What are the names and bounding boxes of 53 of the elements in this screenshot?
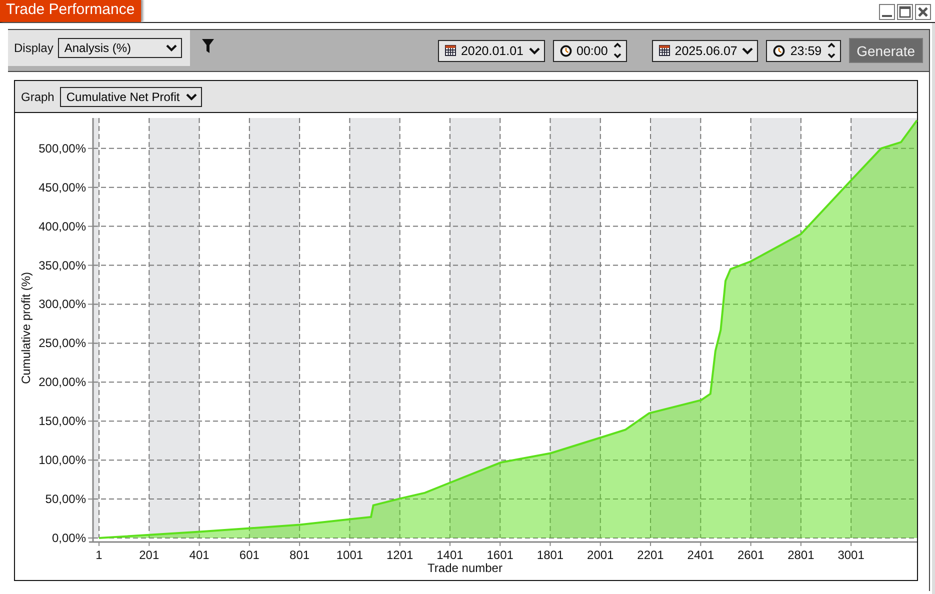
display-select[interactable]: Analysis (%) [58, 38, 182, 58]
display-label: Display [14, 41, 54, 55]
y-tick-label: 0,00% [52, 531, 86, 545]
x-tick-label: 3001 [838, 548, 864, 562]
calendar-icon [444, 45, 456, 56]
clock-icon [773, 44, 786, 56]
graph-select[interactable]: Cumulative Net Profit [60, 86, 202, 106]
y-tick-label: 250,00% [38, 336, 86, 350]
x-tick-label: 1401 [436, 548, 464, 562]
y-tick-label: 450,00% [38, 180, 86, 194]
y-axis-title: Cumulative profit (%) [19, 272, 33, 384]
spinner-arrows-icon[interactable] [826, 42, 836, 59]
x-tick-label: 1001 [336, 548, 364, 562]
x-tick-label: 2401 [687, 548, 714, 562]
close-icon[interactable] [915, 4, 931, 20]
maximize-icon[interactable] [897, 4, 913, 20]
graph-label: Graph [21, 90, 54, 104]
y-tick-label: 300,00% [38, 297, 86, 312]
y-tick-label: 500,00% [38, 141, 86, 156]
dropdown-caret-icon [742, 46, 754, 54]
date-field[interactable]: 2020.01.01 [438, 40, 544, 62]
clock-icon [560, 44, 572, 56]
dropdown-caret-icon [186, 92, 197, 100]
filter-icon[interactable] [202, 39, 214, 53]
calendar-icon [658, 45, 670, 56]
minimize-icon[interactable] [879, 4, 895, 20]
x-tick-label: 801 [290, 548, 310, 562]
x-axis-title: Trade number [428, 561, 502, 575]
date-field[interactable]: 2025.06.07 [652, 40, 758, 62]
x-tick-label: 1 [96, 548, 102, 562]
y-tick-label: 150,00% [38, 414, 86, 428]
y-tick-label: 400,00% [38, 219, 86, 234]
spinner-arrows-icon[interactable] [612, 42, 622, 59]
dropdown-caret-icon [528, 46, 540, 54]
time-field[interactable]: 23:59 [766, 40, 841, 62]
x-tick-label: 2801 [788, 548, 814, 562]
y-tick-label: 350,00% [38, 258, 86, 272]
x-tick-label: 1601 [486, 548, 514, 562]
x-tick-label: 401 [189, 548, 210, 562]
generate-button[interactable]: Generate [848, 38, 923, 63]
x-tick-label: 2001 [587, 548, 614, 562]
x-tick-label: 1801 [536, 548, 564, 562]
window-title: Trade Performance [0, 0, 141, 22]
x-tick-label: 2201 [637, 548, 664, 562]
y-tick-label: 200,00% [38, 375, 86, 390]
x-tick-label: 2601 [737, 548, 764, 562]
y-tick-label: 50,00% [45, 492, 86, 506]
x-tick-label: 201 [139, 548, 160, 562]
time-field[interactable]: 00:00 [552, 40, 627, 62]
y-tick-label: 100,00% [38, 453, 86, 468]
x-tick-label: 1201 [386, 548, 414, 562]
dropdown-caret-icon [166, 44, 178, 52]
x-tick-label: 601 [239, 548, 260, 562]
